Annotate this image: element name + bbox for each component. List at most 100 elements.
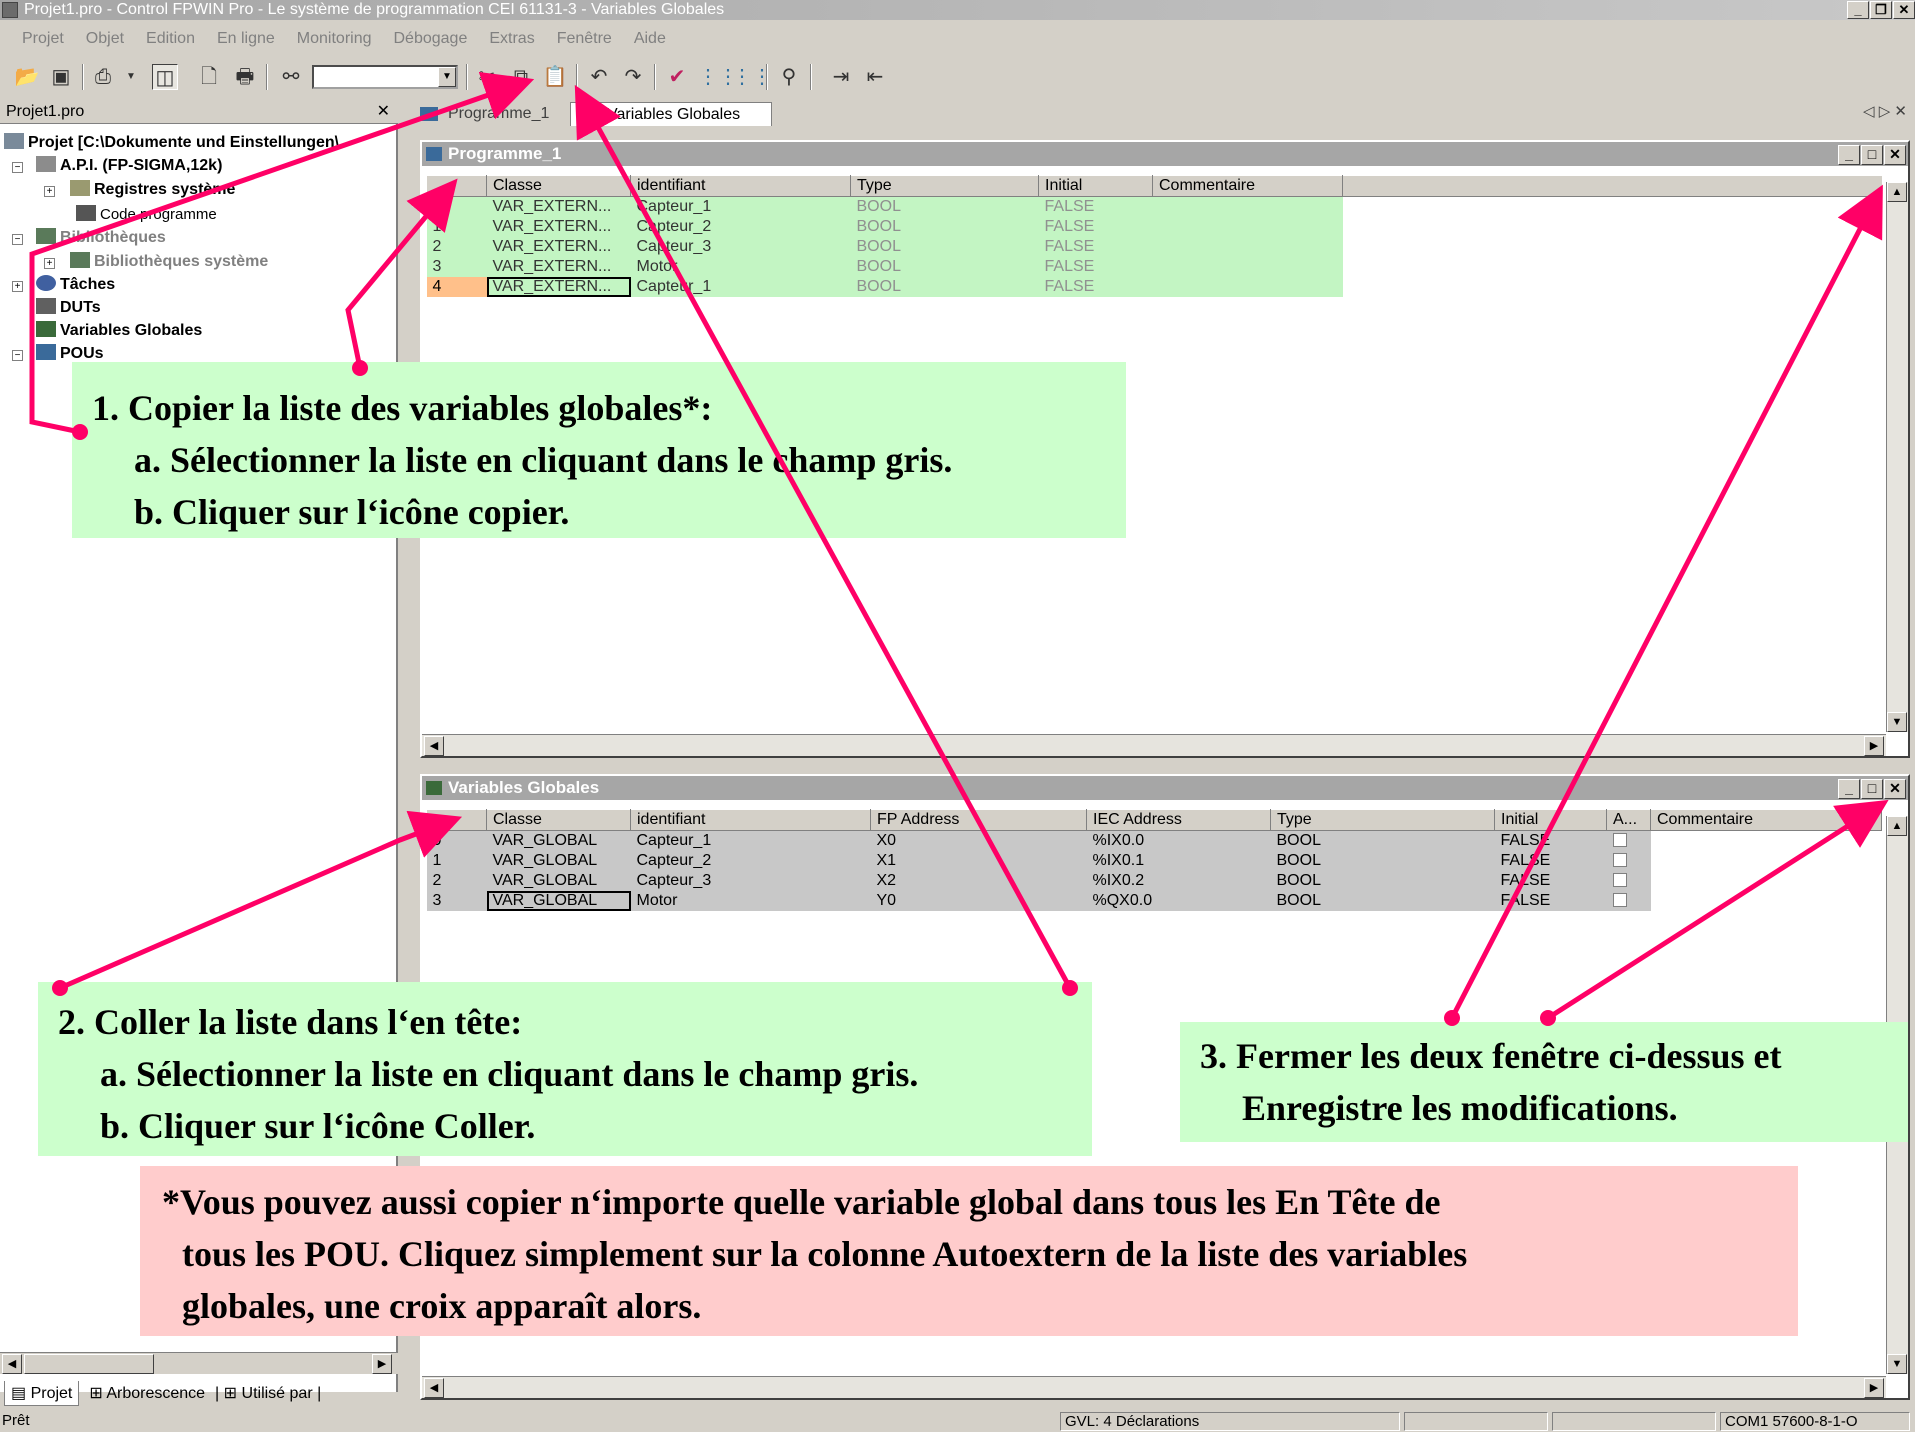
autoextern-checkbox[interactable] <box>1612 853 1627 867</box>
window-icon[interactable]: ◫ <box>152 64 178 90</box>
cell-type[interactable]: BOOL <box>1270 851 1495 871</box>
cell-classe[interactable]: VAR_GLOBAL <box>486 891 631 911</box>
cell-initial[interactable]: FALSE <box>1494 851 1607 871</box>
chevron-right-icon[interactable]: ▷ <box>1879 103 1891 120</box>
cell-identifiant[interactable]: Capteur_1 <box>630 830 871 851</box>
gvl-declaration-table[interactable]: Classe identifiant FP Address IEC Addres… <box>426 809 1882 911</box>
menu-edition[interactable]: Edition <box>146 30 195 48</box>
cell-type[interactable]: BOOL <box>850 257 1039 277</box>
indent-icon[interactable]: ⇥ <box>828 64 854 90</box>
column-header-identifiant[interactable]: identifiant <box>630 809 871 831</box>
cell-commentaire[interactable] <box>1650 871 1882 891</box>
table-row[interactable]: 4 VAR_EXTERN... Capteur_1 BOOL FALSE <box>426 277 1882 297</box>
restore-button[interactable]: ❐ <box>1870 1 1892 19</box>
tree-api[interactable]: A.P.I. (FP-SIGMA,12k) <box>36 155 222 177</box>
close-icon[interactable]: ✕ <box>1894 103 1907 120</box>
programme-declaration-table[interactable]: Classe identifiant Type Initial Commenta… <box>426 175 1882 297</box>
menu-objet[interactable]: Objet <box>86 30 124 48</box>
cell-autoextern[interactable] <box>1606 891 1651 911</box>
menu-extras[interactable]: Extras <box>489 30 534 48</box>
cell-initial[interactable]: FALSE <box>1038 217 1153 237</box>
scroll-down-icon[interactable]: ▼ <box>1887 1354 1907 1374</box>
column-header-iec-address[interactable]: IEC Address <box>1086 809 1271 831</box>
cell-classe[interactable]: VAR_GLOBAL <box>486 830 631 851</box>
cell-type[interactable]: BOOL <box>1270 830 1495 851</box>
autoextern-checkbox[interactable] <box>1612 893 1627 907</box>
column-header-classe[interactable]: Classe <box>486 175 631 197</box>
cell-classe[interactable]: VAR_GLOBAL <box>486 871 631 891</box>
monitor-icon[interactable]: ⚲ <box>776 64 802 90</box>
scroll-right-icon[interactable]: ▶ <box>372 1354 392 1374</box>
close-button[interactable]: ✕ <box>1884 145 1906 165</box>
table-row[interactable]: 3 VAR_EXTERN... Motor BOOL FALSE <box>426 257 1882 277</box>
cell-initial[interactable]: FALSE <box>1494 871 1607 891</box>
cell-classe[interactable]: VAR_EXTERN... <box>486 277 631 297</box>
cell-commentaire[interactable] <box>1650 851 1882 871</box>
cell-initial[interactable]: FALSE <box>1038 196 1153 217</box>
menu-debogage[interactable]: Débogage <box>394 30 468 48</box>
cell-iec-address[interactable]: %IX0.0 <box>1086 830 1271 851</box>
tree-bibliotheques[interactable]: Bibliothèques <box>36 227 166 249</box>
chevron-left-icon[interactable]: ◁ <box>1863 103 1875 120</box>
preview-icon[interactable]: 🗋 <box>196 64 222 90</box>
cell-identifiant[interactable]: Capteur_1 <box>630 277 851 297</box>
cell-type[interactable]: BOOL <box>1270 871 1495 891</box>
cell-identifiant[interactable]: Capteur_2 <box>630 217 851 237</box>
cell-identifiant[interactable]: Capteur_2 <box>630 851 871 871</box>
cell-identifiant[interactable]: Capteur_3 <box>630 871 871 891</box>
column-header-initial[interactable]: Initial <box>1038 175 1153 197</box>
autoextern-checkbox[interactable] <box>1612 833 1627 847</box>
expand-icon[interactable]: + <box>44 186 55 197</box>
cell-iec-address[interactable]: %IX0.2 <box>1086 871 1271 891</box>
menu-monitoring[interactable]: Monitoring <box>297 30 372 48</box>
cell-initial[interactable]: FALSE <box>1038 277 1153 297</box>
autoextern-checkbox[interactable] <box>1612 873 1627 887</box>
minimize-button[interactable]: _ <box>1847 1 1869 19</box>
expand-icon[interactable]: + <box>44 258 55 269</box>
column-header-type[interactable]: Type <box>850 175 1039 197</box>
collapse-icon[interactable]: − <box>12 234 23 245</box>
cell-fp-address[interactable]: X2 <box>870 871 1087 891</box>
tree-registres[interactable]: Registres système <box>70 179 235 201</box>
column-header-commentaire[interactable]: Commentaire <box>1152 175 1343 197</box>
cell-autoextern[interactable] <box>1606 871 1651 891</box>
table-row[interactable]: 3 VAR_GLOBAL Motor Y0 %QX0.0 BOOL FALSE <box>426 891 1882 911</box>
table-row[interactable]: 1 VAR_EXTERN... Capteur_2 BOOL FALSE <box>426 217 1882 237</box>
programme-horizontal-scrollbar[interactable]: ◀ ▶ <box>422 734 1886 756</box>
tab-projet[interactable]: ▤ Projet <box>4 1380 80 1406</box>
search-combo[interactable]: ▼ <box>312 65 458 89</box>
cell-classe[interactable]: VAR_EXTERN... <box>486 196 631 217</box>
cell-identifiant[interactable]: Motor <box>630 257 851 277</box>
scroll-up-icon[interactable]: ▲ <box>1887 816 1907 836</box>
cell-identifiant[interactable]: Capteur_3 <box>630 237 851 257</box>
column-header-classe[interactable]: Classe <box>486 809 631 831</box>
menu-aide[interactable]: Aide <box>634 30 666 48</box>
cell-classe[interactable]: VAR_EXTERN... <box>486 217 631 237</box>
outdent-icon[interactable]: ⇤ <box>862 64 888 90</box>
column-header-commentaire[interactable]: Commentaire <box>1650 809 1882 831</box>
scroll-up-icon[interactable]: ▲ <box>1887 182 1907 202</box>
cell-type[interactable]: BOOL <box>850 237 1039 257</box>
copy-icon[interactable]: ⧉ <box>508 64 534 90</box>
undo-icon[interactable]: ↶ <box>586 64 612 90</box>
tree-code[interactable]: Code programme <box>76 204 217 226</box>
compile-icon[interactable]: ⋮⋮ <box>698 64 738 90</box>
binoculars-icon[interactable]: ⚯ <box>278 64 304 90</box>
cell-fp-address[interactable]: X1 <box>870 851 1087 871</box>
tree-bib-systeme[interactable]: Bibliothèques système <box>70 251 268 273</box>
build-icon[interactable]: ⋮⋮ <box>732 64 772 90</box>
cell-fp-address[interactable]: Y0 <box>870 891 1087 911</box>
maximize-button[interactable]: □ <box>1861 145 1883 165</box>
cell-commentaire[interactable] <box>1650 830 1882 851</box>
column-header-fp-address[interactable]: FP Address <box>870 809 1087 831</box>
scroll-thumb[interactable] <box>24 1354 154 1374</box>
cell-iec-address[interactable]: %IX0.1 <box>1086 851 1271 871</box>
tree-duts[interactable]: DUTs <box>36 297 101 319</box>
cell-type[interactable]: BOOL <box>1270 891 1495 911</box>
cell-commentaire[interactable] <box>1152 277 1343 297</box>
chevron-down-icon[interactable]: ▼ <box>438 67 456 87</box>
cell-commentaire[interactable] <box>1152 237 1343 257</box>
collapse-icon[interactable]: − <box>12 162 23 173</box>
scroll-down-icon[interactable]: ▼ <box>1887 712 1907 732</box>
menu-projet[interactable]: Projet <box>22 30 64 48</box>
